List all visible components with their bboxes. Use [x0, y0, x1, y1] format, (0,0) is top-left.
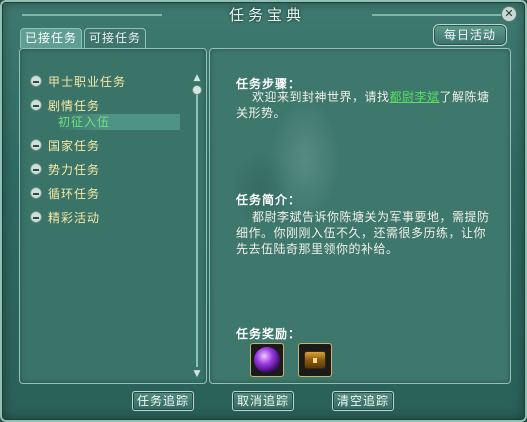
collapse-icon[interactable]	[30, 139, 42, 151]
category-faction-quests[interactable]: 势力任务	[30, 157, 190, 181]
treasure-chest-icon	[304, 351, 326, 369]
collapse-icon[interactable]	[30, 99, 42, 111]
collapse-icon[interactable]	[30, 75, 42, 87]
quest-item-selected[interactable]: 初征入伍	[56, 114, 180, 130]
reward-slot-2[interactable]	[298, 343, 332, 377]
track-quest-button[interactable]: 任务追踪	[132, 391, 194, 411]
scroll-thumb[interactable]	[192, 85, 202, 95]
category-label: 剧情任务	[48, 98, 101, 113]
reward-slot-1[interactable]	[250, 343, 284, 377]
cancel-track-button[interactable]: 取消追踪	[232, 391, 294, 411]
category-loop-quests[interactable]: 循环任务	[30, 181, 190, 205]
close-button[interactable]: ✕	[501, 6, 517, 22]
daily-activity-button[interactable]: 每日活动	[433, 24, 507, 46]
window-title: 任务宝典	[228, 6, 305, 24]
category-label: 循环任务	[48, 186, 101, 201]
category-label: 甲士职业任务	[48, 74, 127, 89]
intro-text: 都尉李斌告诉你陈塘关为军事要地，需提防细作。你刚刚入伍不久，还需很多历练，让你先…	[236, 210, 490, 256]
steps-text-part: 欢迎来到封神世界，请找	[252, 90, 390, 104]
quest-book-window: 任务宝典 ✕ 已接任务 可接任务 每日活动 甲士职业任务 剧情任务 初征入伍 国…	[0, 0, 527, 422]
collapse-icon[interactable]	[30, 163, 42, 175]
title-ornament-right	[372, 14, 502, 16]
scroll-track[interactable]	[196, 85, 198, 367]
category-label: 精彩活动	[48, 210, 101, 225]
reward-heading: 任务奖励：	[236, 327, 302, 341]
quest-tree: 甲士职业任务 剧情任务 初征入伍 国家任务 势力任务 循环任务 精彩活动	[30, 69, 190, 229]
collapse-icon[interactable]	[30, 211, 42, 223]
steps-text: 欢迎来到封神世界，请找都尉李斌了解陈塘关形势。	[236, 89, 498, 121]
intro-heading: 任务简介：	[236, 193, 302, 207]
collapse-icon[interactable]	[30, 187, 42, 199]
clear-track-button[interactable]: 清空追踪	[332, 391, 394, 411]
scroll-down-icon[interactable]: ▼	[191, 369, 203, 379]
quest-list-panel: 甲士职业任务 剧情任务 初征入伍 国家任务 势力任务 循环任务 精彩活动 ▲ ▼	[19, 48, 207, 384]
npc-link[interactable]: 都尉李斌	[390, 90, 440, 104]
quest-list-scrollbar[interactable]: ▲ ▼	[191, 73, 203, 379]
scroll-up-icon[interactable]: ▲	[191, 73, 203, 83]
category-label: 势力任务	[48, 162, 101, 177]
category-events[interactable]: 精彩活动	[30, 205, 190, 229]
title-ornament-left	[22, 14, 162, 16]
category-nation-quests[interactable]: 国家任务	[30, 133, 190, 157]
category-label: 国家任务	[48, 138, 101, 153]
purple-orb-icon	[254, 347, 280, 373]
quest-detail-panel: 任务步骤： 欢迎来到封神世界，请找都尉李斌了解陈塘关形势。 任务简介： 都尉李斌…	[209, 48, 511, 384]
tab-bar: 已接任务 可接任务	[20, 28, 147, 48]
tab-accepted-quests[interactable]: 已接任务	[20, 28, 83, 48]
category-profession-quests[interactable]: 甲士职业任务	[30, 69, 190, 93]
tab-available-quests[interactable]: 可接任务	[84, 28, 147, 48]
